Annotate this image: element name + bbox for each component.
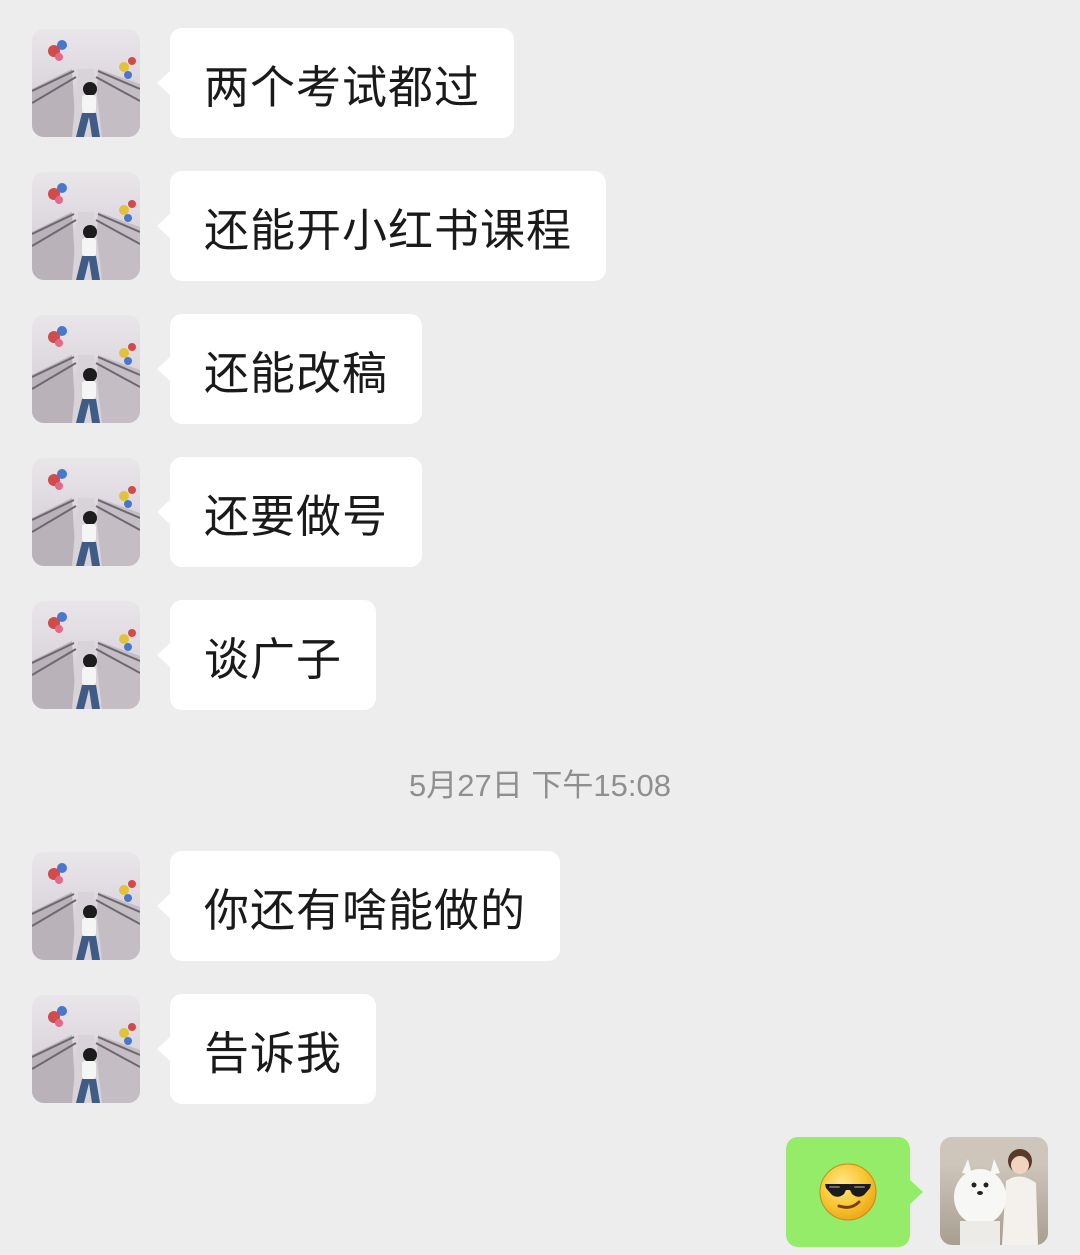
message-bubble[interactable]: 告诉我	[156, 994, 377, 1104]
avatar-image	[940, 1137, 1048, 1245]
message-row: 告诉我	[0, 994, 1080, 1104]
avatar-image	[32, 172, 140, 280]
message-bubble[interactable]: 还要做号	[156, 457, 423, 567]
sunglasses-emoji-icon	[819, 1163, 877, 1221]
contact-avatar[interactable]	[32, 29, 140, 137]
message-bubble[interactable]: 还能改稿	[156, 314, 423, 424]
contact-avatar[interactable]	[32, 315, 140, 423]
chat-thread: 两个考试都过 还能开小红书课程 还能改稿 还要做号 谈广子 5月27日 下午15…	[0, 0, 1080, 1255]
message-bubble[interactable]: 两个考试都过	[156, 28, 515, 138]
avatar-image	[32, 601, 140, 709]
avatar-image	[32, 458, 140, 566]
avatar-image	[32, 995, 140, 1103]
contact-avatar[interactable]	[32, 601, 140, 709]
self-avatar[interactable]	[940, 1137, 1048, 1245]
message-timestamp: 5月27日 下午15:08	[409, 768, 671, 803]
message-row: 你还有啥能做的	[0, 851, 1080, 961]
avatar-image	[32, 852, 140, 960]
message-bubble-self[interactable]	[786, 1137, 923, 1247]
avatar-image	[32, 29, 140, 137]
contact-avatar[interactable]	[32, 172, 140, 280]
message-bubble[interactable]: 谈广子	[156, 600, 377, 710]
message-bubble[interactable]: 你还有啥能做的	[156, 851, 561, 961]
contact-avatar[interactable]	[32, 852, 140, 960]
message-row: 谈广子	[0, 600, 1080, 710]
contact-avatar[interactable]	[32, 458, 140, 566]
message-row-self	[0, 1137, 1080, 1247]
contact-avatar[interactable]	[32, 995, 140, 1103]
message-row: 还能开小红书课程	[0, 171, 1080, 281]
message-row: 两个考试都过	[0, 28, 1080, 138]
message-bubble[interactable]: 还能开小红书课程	[156, 171, 607, 281]
message-row: 还能改稿	[0, 314, 1080, 424]
message-row: 还要做号	[0, 457, 1080, 567]
avatar-image	[32, 315, 140, 423]
